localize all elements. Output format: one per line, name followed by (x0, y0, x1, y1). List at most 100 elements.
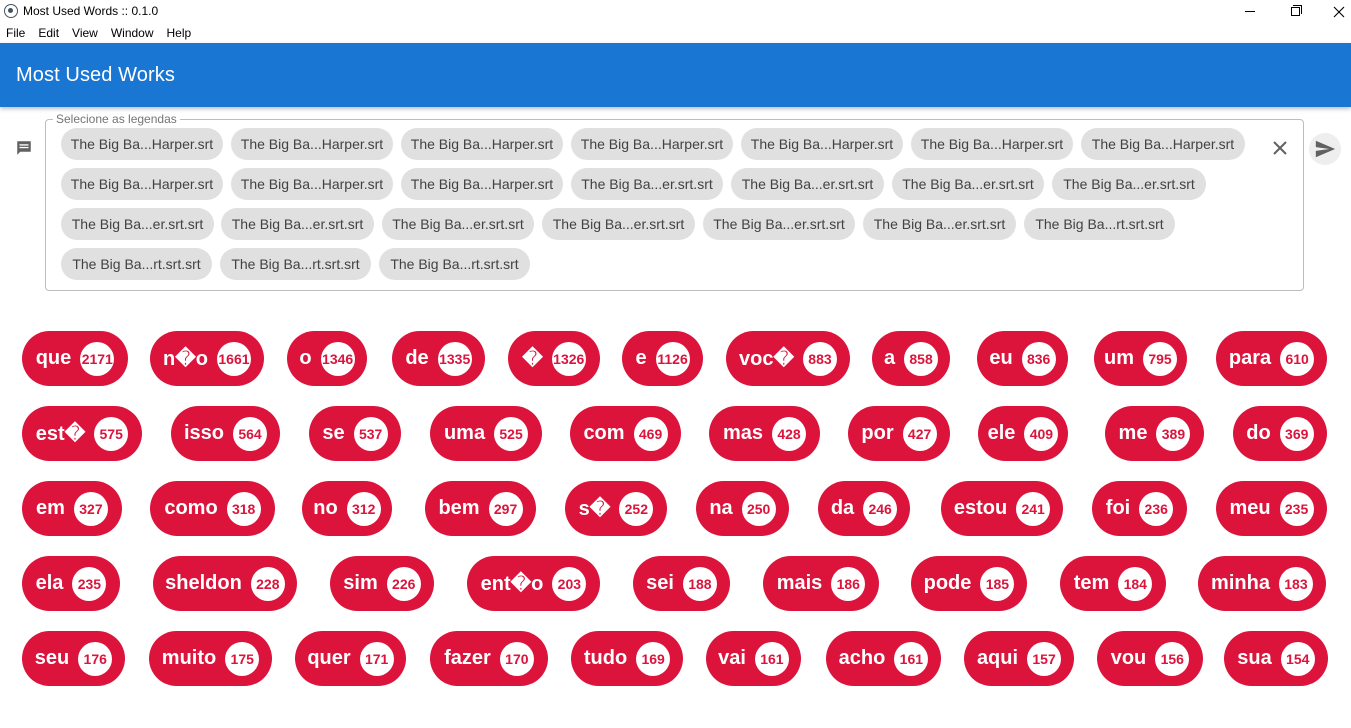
file-chip[interactable]: The Big Ba...er.srt.srt (863, 208, 1016, 240)
word-count: 246 (863, 491, 898, 526)
word-count: 883 (802, 341, 837, 376)
menu-bar: File Edit View Window Help (0, 23, 1351, 43)
word-item: uma 525 (430, 406, 542, 461)
word-count: 183 (1278, 566, 1313, 601)
word-text: em (36, 497, 65, 519)
word-item: sei 188 (633, 556, 730, 611)
word-item: de 1335 (392, 331, 485, 386)
word-item: ela 235 (22, 556, 120, 611)
electron-icon (4, 4, 18, 18)
file-chip[interactable]: The Big Ba...er.srt.srt (61, 208, 214, 240)
word-text: est� (35, 423, 86, 445)
word-item: como 318 (150, 481, 275, 536)
word-text: sheldon (165, 572, 242, 594)
file-chip[interactable]: The Big Ba...Harper.srt (571, 128, 733, 160)
word-text: meu (1229, 497, 1271, 519)
word-text: s� (578, 498, 611, 520)
file-chip[interactable]: The Big Ba...Harper.srt (231, 128, 393, 160)
word-count: 297 (488, 491, 523, 526)
menu-help[interactable]: Help (161, 26, 199, 40)
file-chip[interactable]: The Big Ba...rt.srt.srt (220, 248, 371, 280)
close-icon (1333, 6, 1345, 17)
word-text: tudo (583, 647, 628, 669)
word-text: bem (438, 497, 480, 519)
word-text: vai (718, 647, 746, 669)
word-text: fazer (444, 647, 491, 669)
word-item: est� 575 (22, 406, 142, 461)
word-count: 176 (78, 641, 113, 676)
word-item: sim 226 (330, 556, 434, 611)
word-item: s� 252 (565, 481, 667, 536)
close-icon[interactable] (1268, 136, 1292, 160)
menu-window[interactable]: Window (105, 26, 161, 40)
word-item: fazer 170 (430, 631, 548, 686)
file-chip[interactable]: The Big Ba...er.srt.srt (221, 208, 374, 240)
word-count: 1326 (551, 341, 586, 376)
app-bar: Most Used Works (0, 43, 1351, 107)
maximize-button[interactable] (1272, 0, 1318, 23)
word-text: para (1228, 347, 1272, 369)
file-chip[interactable]: The Big Ba...er.srt.srt (892, 168, 1044, 200)
word-count: 1661 (216, 341, 251, 376)
word-item: se 537 (309, 406, 401, 461)
word-count: 228 (250, 566, 285, 601)
file-chip[interactable]: The Big Ba...Harper.srt (61, 128, 223, 160)
word-count: 564 (233, 416, 268, 451)
word-item: meu 235 (1216, 481, 1327, 536)
file-chip[interactable]: The Big Ba...er.srt.srt (382, 208, 534, 240)
subtitles-icon (17, 141, 31, 155)
word-text: � (522, 348, 543, 370)
file-chip[interactable]: The Big Ba...Harper.srt (1081, 128, 1245, 160)
file-chip[interactable]: The Big Ba...er.srt.srt (731, 168, 884, 200)
word-text: com (583, 422, 625, 444)
file-chip[interactable]: The Big Ba...er.srt.srt (1052, 168, 1206, 200)
word-text: como (164, 497, 218, 519)
menu-file[interactable]: File (0, 26, 32, 40)
word-text: sim (343, 572, 378, 594)
close-window-button[interactable] (1316, 0, 1351, 23)
word-item: do 369 (1233, 406, 1327, 461)
minimize-icon (1245, 11, 1255, 12)
word-count: 1346 (320, 341, 355, 376)
file-chip[interactable]: The Big Ba...rt.srt.srt (61, 248, 212, 280)
word-count: 2171 (80, 341, 115, 376)
file-chip[interactable]: The Big Ba...er.srt.srt (703, 208, 855, 240)
file-chip[interactable]: The Big Ba...rt.srt.srt (379, 248, 530, 280)
file-chip[interactable]: The Big Ba...Harper.srt (911, 128, 1073, 160)
word-text: minha (1211, 572, 1270, 594)
send-button[interactable] (1309, 133, 1341, 165)
word-count: 203 (552, 566, 587, 601)
word-count: 858 (904, 341, 939, 376)
file-chip[interactable]: The Big Ba...Harper.srt (741, 128, 903, 160)
file-chip[interactable]: The Big Ba...Harper.srt (61, 168, 223, 200)
word-count: 312 (346, 491, 381, 526)
send-icon (1315, 140, 1336, 158)
word-text: a (883, 347, 896, 369)
word-count: 327 (73, 491, 108, 526)
menu-view[interactable]: View (66, 26, 105, 40)
word-item: o 1346 (287, 331, 367, 386)
menu-edit[interactable]: Edit (32, 26, 66, 40)
word-count: 795 (1143, 341, 1177, 376)
word-item: bem 297 (425, 481, 536, 536)
word-text: voc� (739, 348, 794, 370)
word-count: 1335 (437, 341, 472, 376)
file-chip[interactable]: The Big Ba...er.srt.srt (571, 168, 723, 200)
word-text: estou (953, 497, 1008, 519)
file-chip[interactable]: The Big Ba...Harper.srt (231, 168, 393, 200)
word-text: de (405, 347, 429, 369)
word-count: 185 (980, 566, 1015, 601)
file-chip[interactable]: The Big Ba...rt.srt.srt (1024, 208, 1175, 240)
minimize-button[interactable] (1227, 0, 1273, 23)
file-chip[interactable]: The Big Ba...Harper.srt (401, 128, 563, 160)
word-count: 188 (682, 566, 717, 601)
file-chip[interactable]: The Big Ba...er.srt.srt (542, 208, 695, 240)
window-titlebar: Most Used Words :: 0.1.0 (0, 0, 1351, 23)
word-text: no (313, 497, 338, 519)
word-item: ent�o 203 (467, 556, 600, 611)
word-count: 428 (772, 416, 807, 451)
word-count: 186 (831, 566, 866, 601)
file-chip[interactable]: The Big Ba...Harper.srt (401, 168, 563, 200)
word-item: tudo 169 (571, 631, 683, 686)
word-item: minha 183 (1198, 556, 1326, 611)
